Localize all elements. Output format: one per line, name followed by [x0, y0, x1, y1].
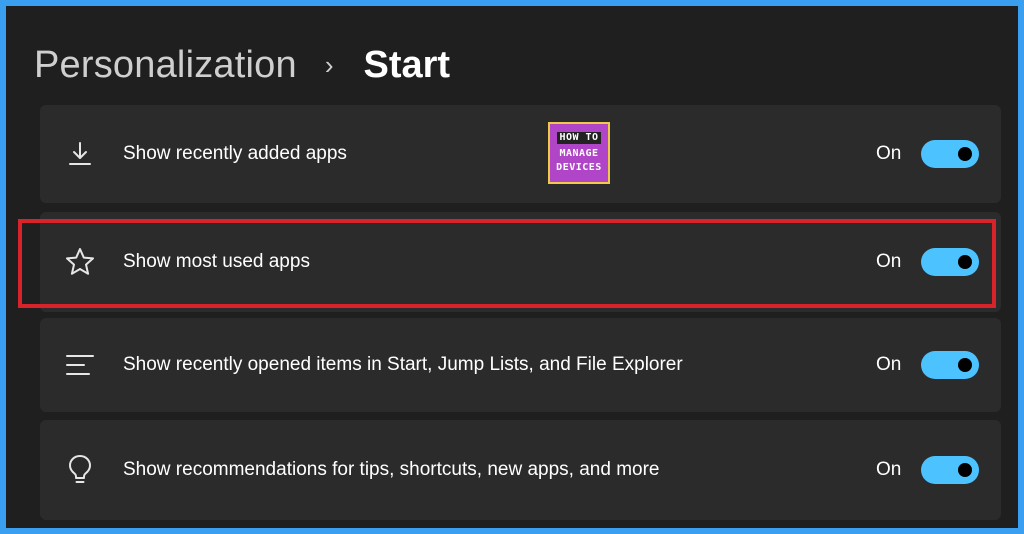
toggle-knob: [958, 463, 972, 477]
toggle-state-text: On: [876, 354, 902, 375]
star-icon: [62, 244, 98, 280]
setting-row-recommendations[interactable]: Show recommendations for tips, shortcuts…: [40, 420, 1001, 520]
logo-line-1: HOW TO: [557, 131, 601, 144]
setting-label: Show recently opened items in Start, Jum…: [123, 354, 683, 375]
toggle-switch[interactable]: [921, 351, 979, 379]
setting-label: Show recommendations for tips, shortcuts…: [123, 459, 660, 480]
breadcrumb: Personalization › Start: [34, 40, 450, 90]
toggle-switch[interactable]: [921, 456, 979, 484]
breadcrumb-personalization[interactable]: Personalization: [34, 44, 297, 87]
toggle-state-text: On: [876, 251, 902, 272]
setting-label: Show recently added apps: [123, 143, 347, 164]
page-title: Start: [363, 43, 451, 86]
download-icon: [62, 136, 98, 172]
how-to-manage-devices-logo: HOW TO MANAGE DEVICES: [548, 122, 610, 184]
settings-window: Personalization › Start Show recently ad…: [6, 6, 1018, 528]
toggle-knob: [958, 255, 972, 269]
toggle-state-text: On: [876, 459, 902, 480]
toggle-knob: [958, 147, 972, 161]
logo-line-2: MANAGE: [559, 147, 599, 159]
setting-row-recently-opened[interactable]: Show recently opened items in Start, Jum…: [40, 318, 1001, 412]
logo-line-3: DEVICES: [556, 161, 602, 173]
breadcrumb-separator: ›: [324, 49, 334, 80]
toggle-switch[interactable]: [921, 140, 979, 168]
setting-row-recently-added[interactable]: Show recently added apps On: [40, 105, 1001, 203]
lightbulb-icon: [62, 452, 98, 488]
setting-row-most-used[interactable]: Show most used apps On: [40, 212, 1001, 312]
list-lines-icon: [62, 347, 98, 383]
toggle-knob: [958, 358, 972, 372]
setting-label: Show most used apps: [123, 251, 310, 272]
toggle-switch[interactable]: [921, 248, 979, 276]
toggle-state-text: On: [876, 143, 902, 164]
